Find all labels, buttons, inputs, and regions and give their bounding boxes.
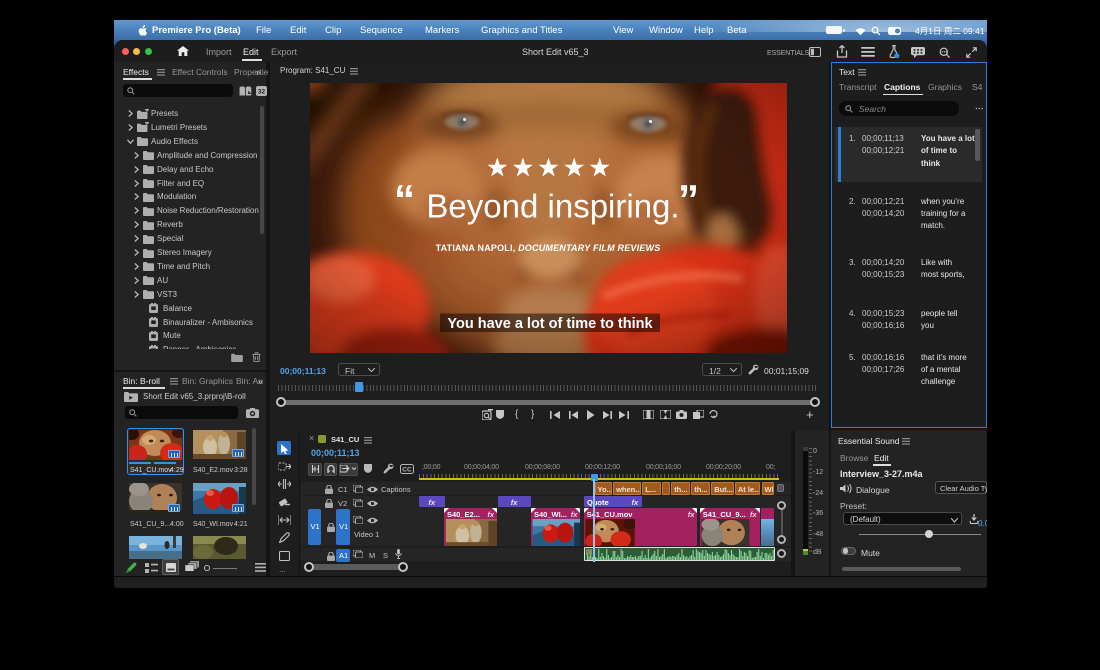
svg-text:“: “ <box>394 176 415 223</box>
svg-text:CC: CC <box>402 467 412 474</box>
svg-text:Beyond inspiring.: Beyond inspiring. <box>426 188 679 225</box>
svg-text:TATIANA NAPOLI, DOCUMENTARY FI: TATIANA NAPOLI, DOCUMENTARY FILM REVIEWS <box>436 243 661 253</box>
svg-text:”: ” <box>678 176 699 223</box>
svg-text:32: 32 <box>258 88 266 95</box>
svg-text:You have a lot of time to thin: You have a lot of time to think <box>447 316 653 332</box>
